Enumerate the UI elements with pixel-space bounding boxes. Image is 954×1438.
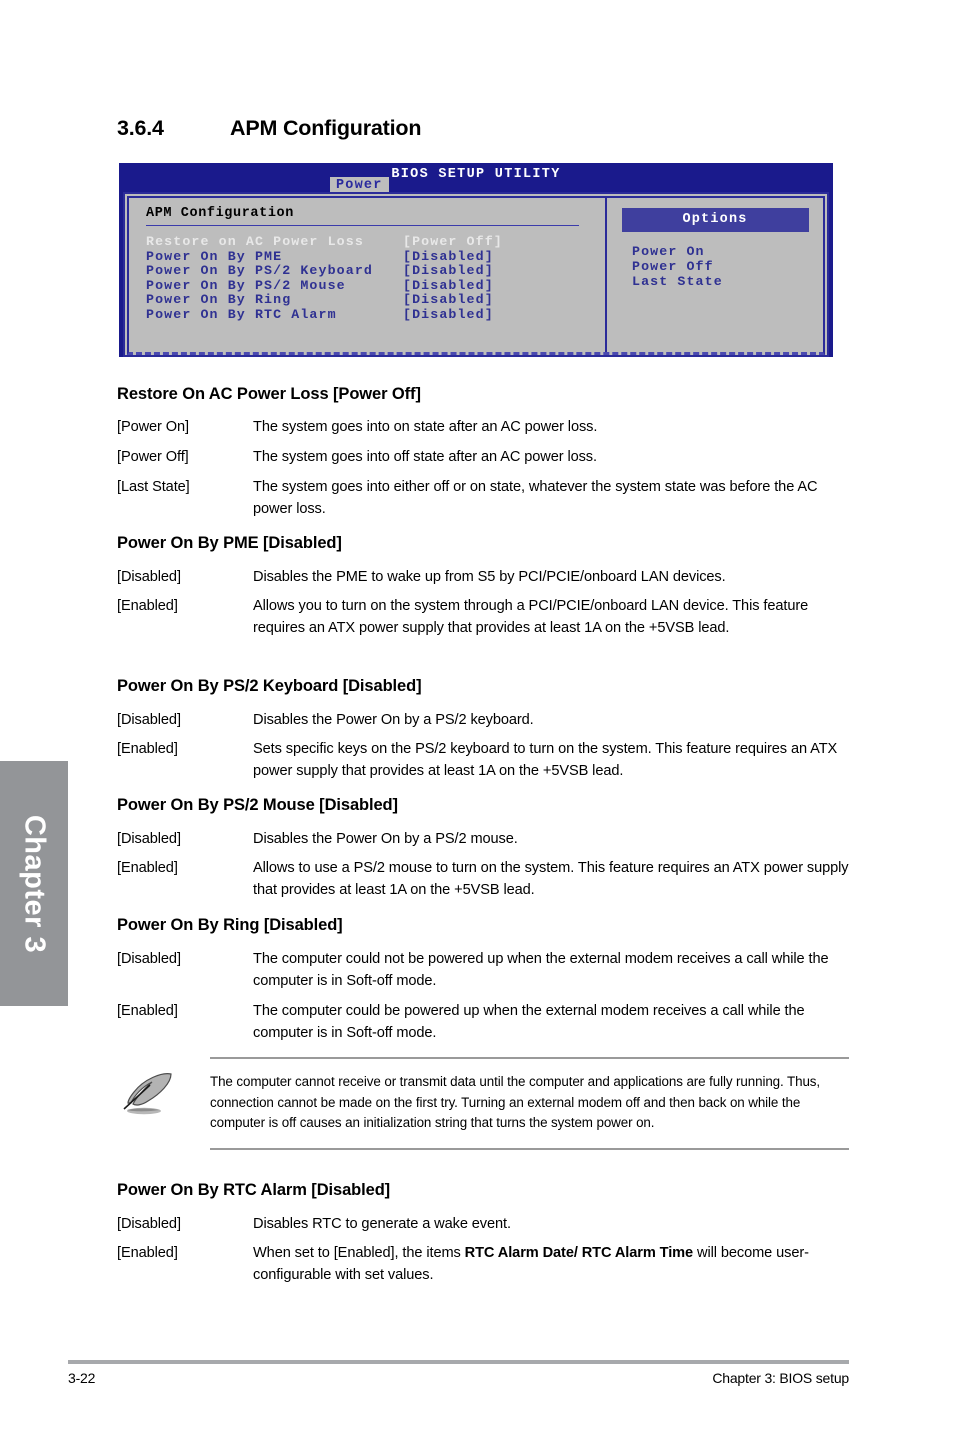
bios-setting-row[interactable]: Power On By RTC Alarm [Disabled]	[146, 306, 605, 323]
definition-description: When set to [Enabled], the items RTC Ala…	[253, 1245, 809, 1283]
footer-page-number: 3-22	[68, 1370, 96, 1386]
bios-option-item[interactable]: Last State	[632, 274, 823, 289]
bios-setting-name: Power On By Ring	[146, 292, 292, 307]
bios-options-header: Options	[621, 208, 809, 232]
definition-row: [Enabled] Allows you to turn on the syste…	[117, 596, 849, 639]
definition-row: [Power Off] The system goes into off stat…	[117, 447, 849, 469]
chapter-side-tab-label: Chapter 3	[18, 814, 51, 953]
bios-setting-value: [Disabled]	[403, 292, 494, 307]
definition-description: The computer could be powered up when th…	[253, 1003, 805, 1041]
note-text: The computer cannot receive or transmit …	[210, 1074, 821, 1130]
definition-term: [Power Off]	[117, 449, 189, 465]
item-heading: Power On By RTC Alarm [Disabled]	[117, 1181, 391, 1199]
definition-row: [Enabled] Sets specific keys on the PS/2 …	[117, 739, 849, 782]
definition-term: [Disabled]	[117, 712, 181, 728]
definition-row: [Disabled] Disables the Power On by a PS/…	[117, 829, 849, 851]
item-heading: Power On By PS/2 Mouse [Disabled]	[117, 796, 398, 814]
bios-option-item[interactable]: Power Off	[632, 259, 823, 274]
definition-row: [Enabled] When set to [Enabled], the item…	[117, 1243, 849, 1286]
section-title-text: APM Configuration	[230, 116, 422, 140]
definition-row: [Enabled] Allows to use a PS/2 mouse to t…	[117, 858, 849, 901]
bios-setting-row[interactable]: Power On By PME [Disabled]	[146, 248, 605, 265]
definition-description: Disables the Power On by a PS/2 mouse.	[253, 831, 518, 847]
bios-setting-name: Power On By PS/2 Mouse	[146, 277, 346, 293]
bios-setting-name: Power On By RTC Alarm	[146, 306, 337, 322]
bios-panel-heading: APM Configuration	[146, 206, 294, 221]
definition-description: Allows you to turn on the system through…	[253, 598, 809, 636]
item-heading: Power On By PME [Disabled]	[117, 534, 342, 552]
definition-description: The system goes into off state after an …	[253, 449, 597, 465]
definition-row: [Disabled] The computer could not be powe…	[117, 949, 849, 992]
section-number: 3.6.4	[117, 116, 164, 140]
bios-options-pane: Options Power On Power Off Last State	[607, 198, 823, 352]
note-quill-icon	[122, 1070, 178, 1120]
bios-settings-pane: APM Configuration Restore on AC Power Lo…	[129, 198, 607, 352]
definition-row: [Power On] The system goes into on state …	[117, 417, 849, 439]
definition-term: [Enabled]	[117, 860, 178, 876]
bios-setting-value: [Disabled]	[403, 248, 494, 264]
bios-setting-name: Restore on AC Power Loss	[146, 234, 364, 249]
bios-settings-list: Restore on AC Power Loss [Power Off] Power…	[146, 234, 605, 323]
bios-setting-name: Power On By PME	[146, 248, 283, 264]
bios-option-item[interactable]: Power On	[632, 244, 823, 259]
definition-term: [Enabled]	[117, 1003, 178, 1019]
definition-row: [Last State] The system goes into either …	[117, 477, 849, 520]
note-box: The computer cannot receive or transmit …	[210, 1057, 849, 1150]
definition-row: [Enabled] The computer could be powered u…	[117, 1001, 849, 1044]
definition-description: The system goes into either off or on st…	[253, 479, 818, 517]
definition-term: [Power On]	[117, 419, 189, 435]
definition-row: [Disabled] Disables the Power On by a PS/…	[117, 710, 849, 732]
bios-title: BIOS SETUP UTILITY	[391, 167, 561, 182]
bios-setting-name: Power On By PS/2 Keyboard	[146, 263, 373, 278]
definition-description: The system goes into on state after an A…	[253, 419, 598, 435]
bios-inner-frame: APM Configuration Restore on AC Power Lo…	[127, 196, 825, 355]
bios-setting-value: [Power Off]	[403, 234, 503, 249]
bios-body: APM Configuration Restore on AC Power Lo…	[123, 192, 829, 357]
footer-divider	[68, 1360, 849, 1364]
item-heading: Restore On AC Power Loss [Power Off]	[117, 385, 421, 403]
bios-title-bar: BIOS SETUP UTILITY Power	[119, 163, 833, 195]
chapter-side-tab: Chapter 3	[0, 761, 68, 1006]
bios-panel-divider	[146, 225, 579, 226]
definition-term: [Disabled]	[117, 951, 181, 967]
definition-term: [Enabled]	[117, 741, 178, 757]
definition-term: [Disabled]	[117, 569, 181, 585]
bios-setting-row[interactable]: Power On By Ring [Disabled]	[146, 292, 605, 308]
definition-description: Disables the PME to wake up from S5 by P…	[253, 569, 726, 585]
bios-setting-value: [Disabled]	[403, 263, 494, 278]
bios-setup-screen: BIOS SETUP UTILITY Power APM Configurati…	[119, 163, 833, 357]
item-heading: Power On By Ring [Disabled]	[117, 916, 343, 934]
definition-term: [Last State]	[117, 479, 190, 495]
definition-description: The computer could not be powered up whe…	[253, 951, 829, 989]
bios-options-list: Power On Power Off Last State	[607, 244, 823, 289]
definition-row: [Disabled] Disables RTC to generate a wak…	[117, 1214, 849, 1236]
bios-setting-row[interactable]: Restore on AC Power Loss [Power Off]	[146, 234, 605, 250]
bios-setting-row[interactable]: Power On By PS/2 Keyboard [Disabled]	[146, 263, 605, 279]
definition-row: [Disabled] Disables the PME to wake up fr…	[117, 567, 849, 589]
definition-description: Disables the Power On by a PS/2 keyboard…	[253, 712, 534, 728]
page-title: 3.6.4 APM Configuration	[117, 116, 857, 141]
bios-setting-value: [Disabled]	[403, 277, 494, 293]
bios-setting-value: [Disabled]	[403, 306, 494, 322]
definition-description: Sets specific keys on the PS/2 keyboard …	[253, 741, 838, 779]
definition-term: [Enabled]	[117, 1245, 178, 1261]
item-heading: Power On By PS/2 Keyboard [Disabled]	[117, 677, 422, 695]
footer-chapter-label: Chapter 3: BIOS setup	[712, 1370, 849, 1386]
bios-setting-row[interactable]: Power On By PS/2 Mouse [Disabled]	[146, 277, 605, 294]
definition-description: Disables RTC to generate a wake event.	[253, 1216, 511, 1232]
definition-term: [Disabled]	[117, 1216, 181, 1232]
definition-term: [Disabled]	[117, 831, 181, 847]
definition-term: [Enabled]	[117, 598, 178, 614]
definition-description: Allows to use a PS/2 mouse to turn on th…	[253, 860, 849, 898]
